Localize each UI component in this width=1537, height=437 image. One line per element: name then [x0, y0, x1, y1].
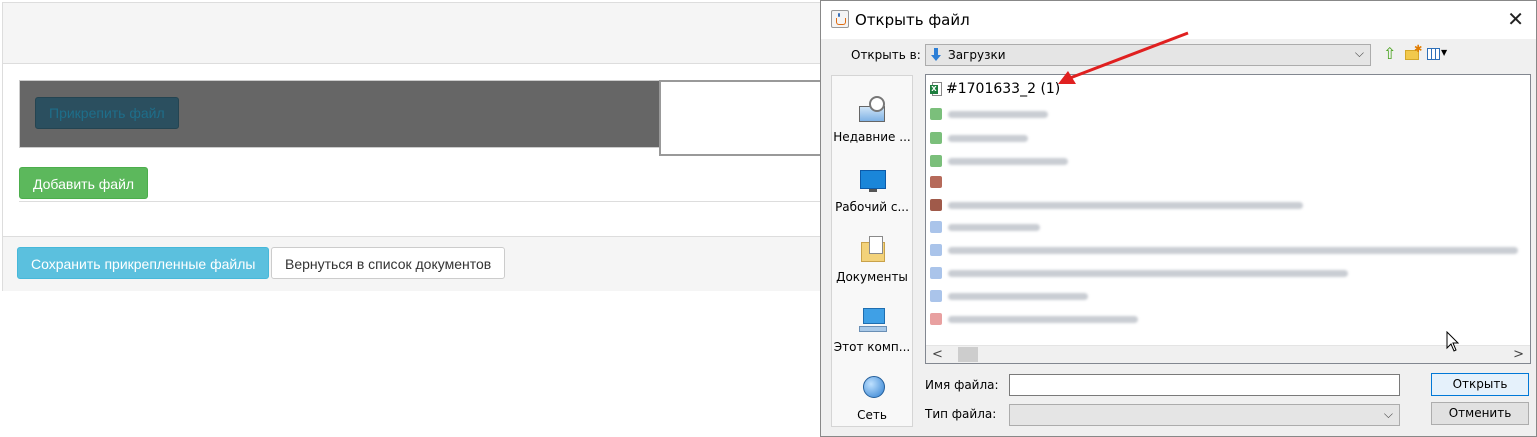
horizontal-scrollbar[interactable]: < > — [926, 345, 1530, 363]
place-label: Сеть — [857, 408, 887, 422]
scroll-left-icon[interactable]: < — [932, 347, 943, 362]
java-icon — [831, 10, 849, 28]
file-item[interactable]: X #1701633_2 (1) — [930, 79, 1060, 99]
chevron-down-icon: ⌵ — [1383, 407, 1393, 421]
file-name: #1701633_2 (1) — [946, 81, 1061, 97]
new-folder-icon[interactable]: ✱ — [1405, 44, 1422, 61]
places-bar: Недавние ... Рабочий с... Документы Этот… — [831, 75, 913, 427]
recent-places-icon — [859, 96, 887, 124]
place-recent[interactable]: Недавние ... — [832, 86, 912, 156]
add-file-button[interactable]: Добавить файл — [19, 167, 149, 199]
look-in-label: Открыть в: — [851, 48, 921, 62]
documents-icon — [859, 236, 887, 264]
scrollbar-thumb[interactable] — [958, 347, 978, 362]
look-in-value: Загрузки — [948, 48, 1006, 62]
place-desktop[interactable]: Рабочий с... — [832, 156, 912, 226]
place-network[interactable]: Сеть — [832, 364, 912, 434]
cancel-button[interactable]: Отменить — [1431, 402, 1529, 425]
excel-file-icon: X — [930, 82, 942, 96]
open-button[interactable]: Открыть — [1431, 373, 1529, 396]
dialog-titlebar: Открыть файл ✕ — [821, 1, 1536, 39]
chevron-down-icon: ⌵ — [1354, 46, 1364, 60]
file-row-overlay: Прикрепить файл — [19, 80, 661, 148]
look-in-combobox[interactable]: Загрузки ⌵ — [925, 44, 1371, 66]
file-type-combobox[interactable]: ⌵ — [1009, 404, 1400, 426]
file-name-label: Имя файла: — [925, 378, 999, 392]
mouse-cursor-icon — [1446, 331, 1460, 352]
up-one-level-icon[interactable]: ⇧ — [1383, 46, 1399, 62]
save-attached-files-button[interactable]: Сохранить прикрепленные файлы — [17, 247, 270, 279]
desktop-icon — [859, 166, 887, 194]
place-label: Недавние ... — [833, 130, 911, 144]
network-icon — [859, 374, 887, 402]
attach-file-button[interactable]: Прикрепить файл — [35, 97, 179, 129]
file-list: X #1701633_2 (1) < > — [925, 74, 1531, 364]
scroll-right-icon[interactable]: > — [1513, 347, 1524, 362]
place-this-pc[interactable]: Этот комп... — [832, 296, 912, 366]
view-menu-icon[interactable]: ▼ — [1427, 47, 1449, 63]
downloads-folder-icon — [931, 48, 941, 62]
dialog-title: Открыть файл — [855, 11, 970, 29]
file-type-label: Тип файла: — [925, 407, 997, 421]
place-label: Рабочий с... — [835, 200, 909, 214]
place-documents[interactable]: Документы — [832, 226, 912, 296]
open-file-dialog: Открыть файл ✕ Открыть в: Загрузки ⌵ ⇧ ✱… — [820, 0, 1537, 437]
place-label: Этот комп... — [833, 340, 911, 354]
file-name-input[interactable] — [1009, 374, 1400, 396]
computer-icon — [859, 306, 887, 334]
back-to-documents-button[interactable]: Вернуться в список документов — [271, 247, 506, 279]
place-label: Документы — [836, 270, 908, 284]
close-icon[interactable]: ✕ — [1507, 7, 1524, 31]
